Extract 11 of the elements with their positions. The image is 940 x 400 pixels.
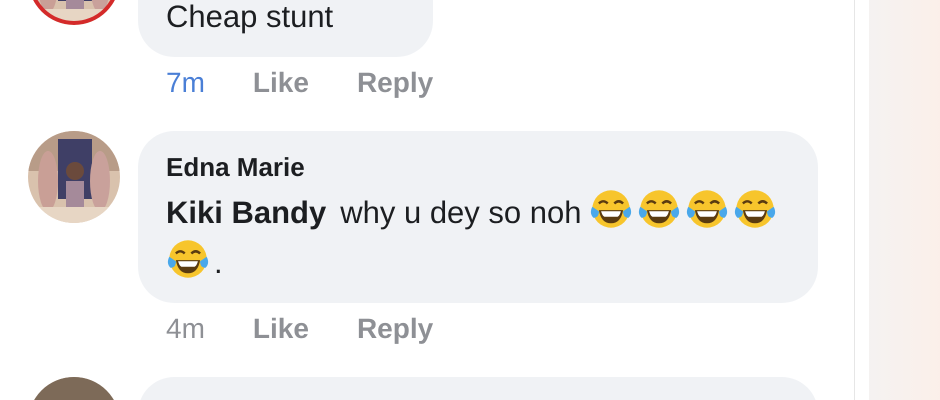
comment-action-button[interactable]: Like — [252, 309, 309, 349]
comment-text: . — [214, 245, 223, 280]
comment-action-button[interactable]: Reply — [356, 63, 434, 103]
timestamp[interactable]: 4m — [166, 309, 205, 349]
timestamp[interactable]: 7m — [166, 63, 205, 103]
comment-action-button[interactable]: Reply — [356, 309, 434, 349]
comment-text: why u dey so noh — [340, 195, 582, 230]
comment-action-button[interactable]: Like — [252, 63, 309, 103]
comment-text: Cheap stunt — [166, 0, 334, 34]
author-name[interactable]: Edna Marie — [166, 147, 790, 187]
mention-link[interactable]: Kiki Bandy — [166, 195, 326, 230]
